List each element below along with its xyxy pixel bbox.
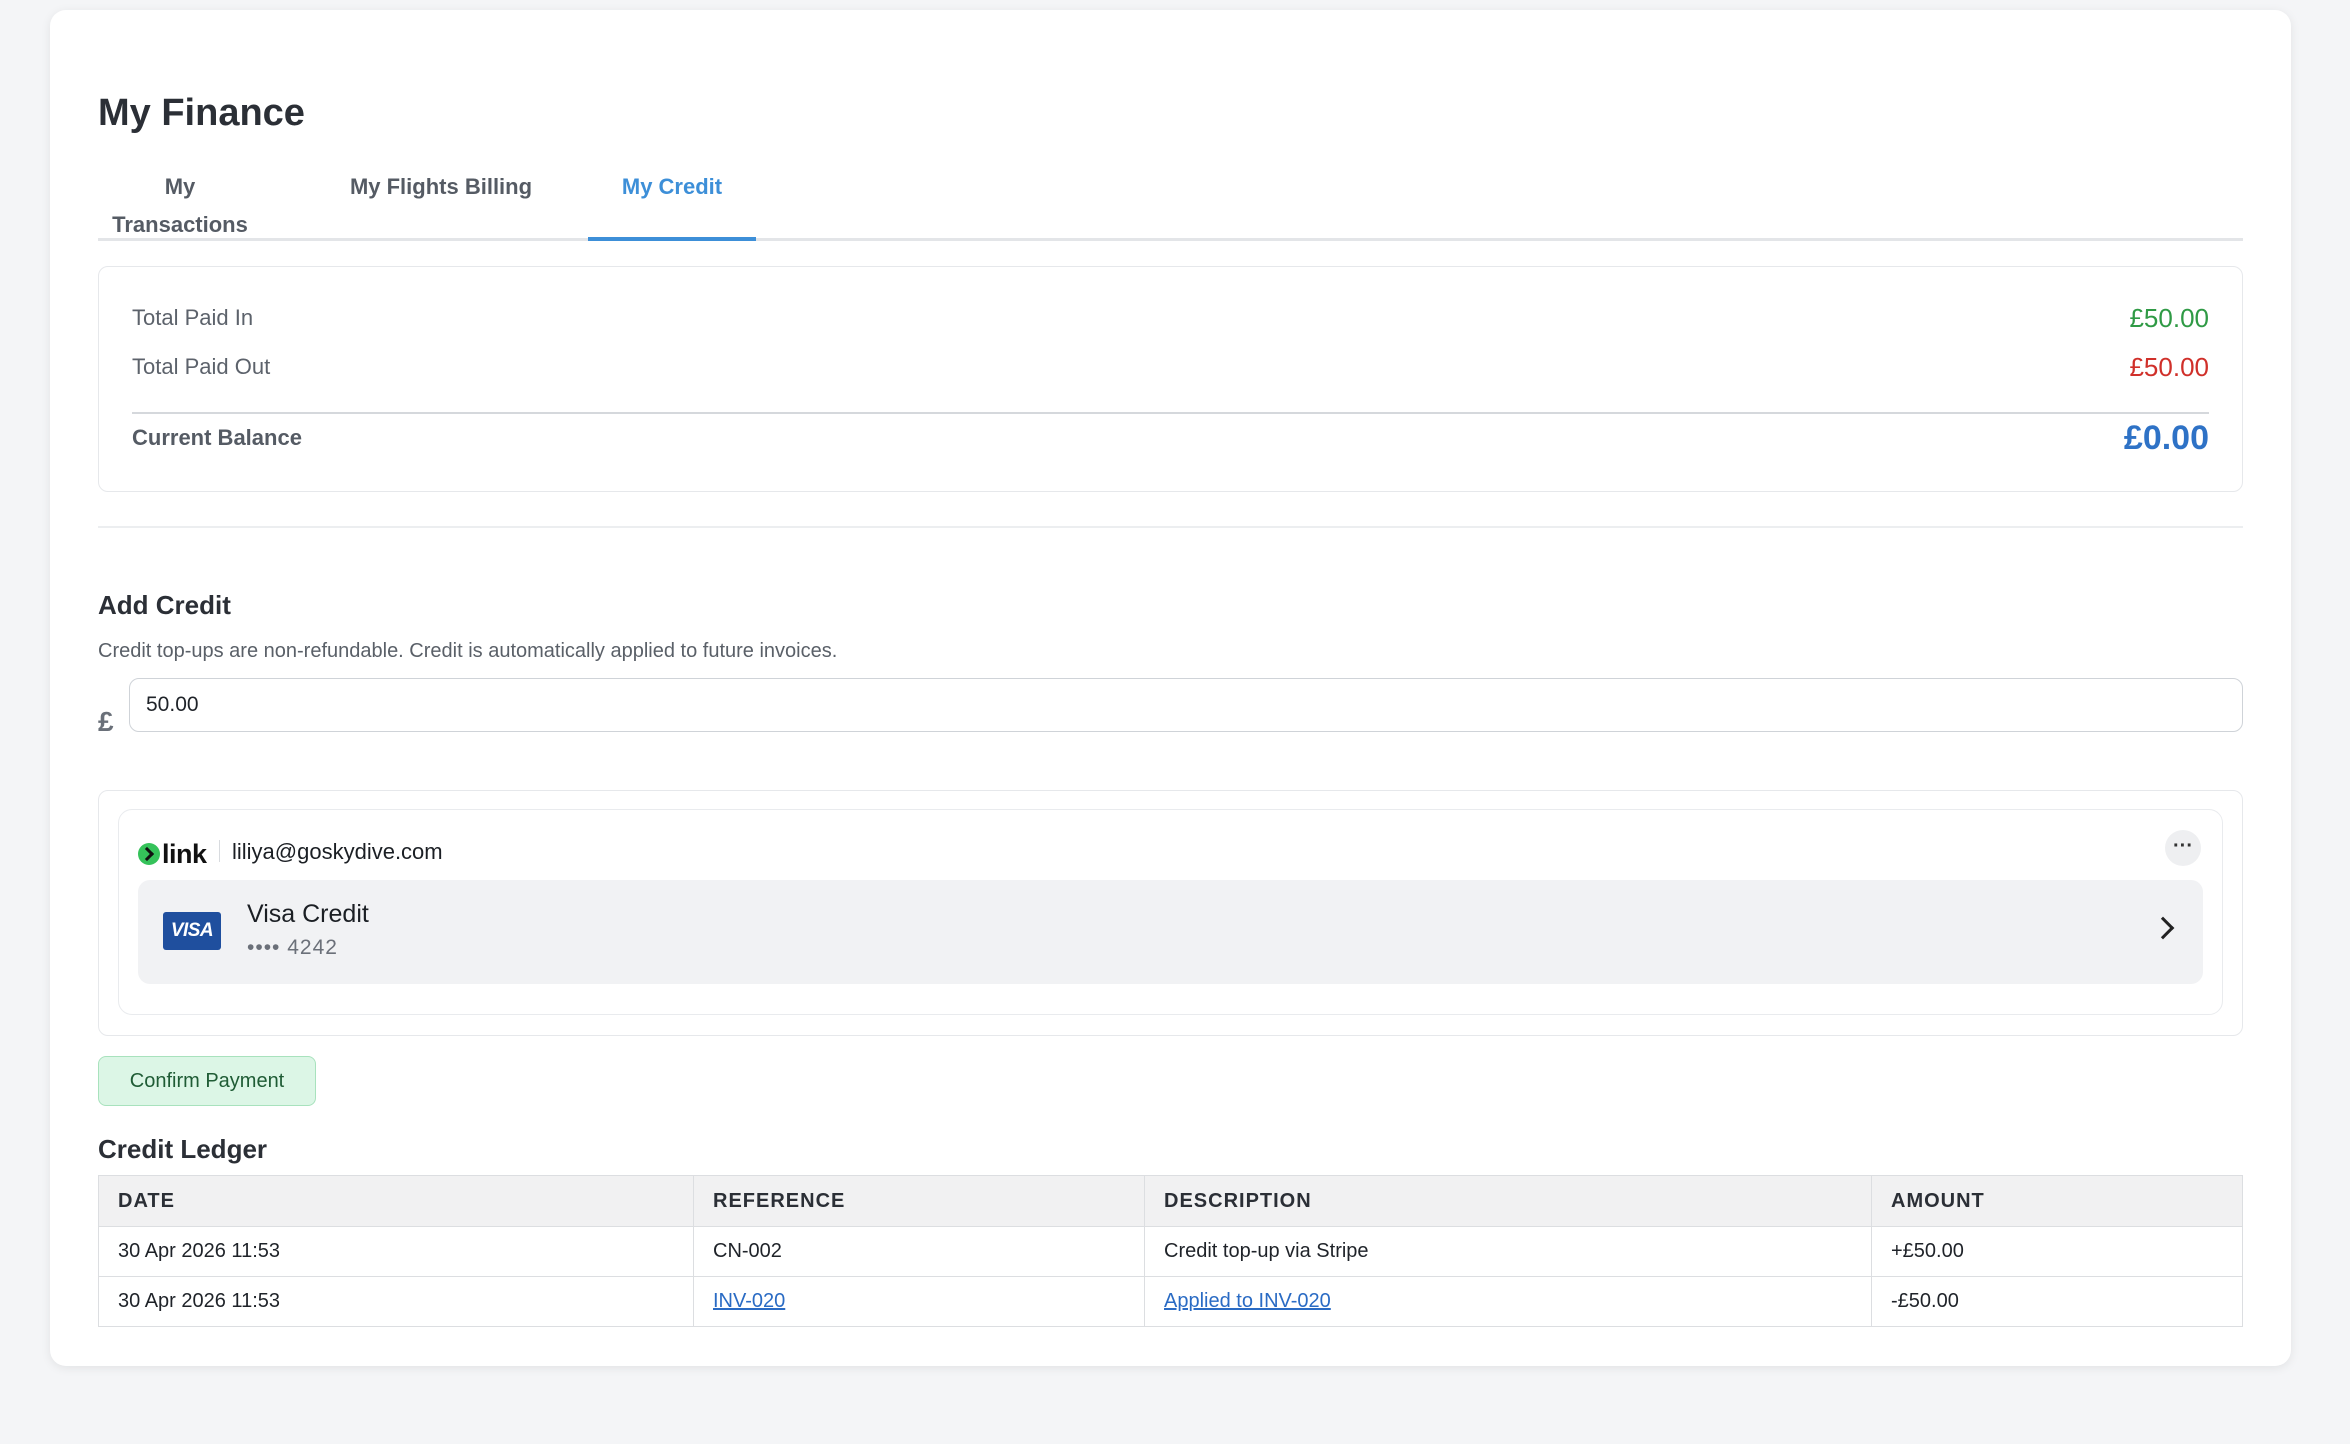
add-credit-title: Add Credit	[98, 590, 231, 620]
column-header-amount: AMOUNT	[1871, 1175, 2243, 1227]
ledger-amount: -£50.00	[1871, 1276, 2243, 1327]
tab-my-transactions[interactable]: My Transactions	[98, 168, 262, 238]
credit-summary-panel: Total Paid In £50.00 Total Paid Out £50.…	[98, 266, 2243, 492]
credit-amount-input[interactable]	[129, 678, 2243, 732]
current-balance-value: £0.00	[2123, 419, 2209, 457]
tab-my-credit[interactable]: My Credit	[588, 168, 756, 241]
ledger-date: 30 Apr 2026 11:53	[98, 1276, 694, 1327]
column-header-description: DESCRIPTION	[1144, 1175, 1872, 1227]
chevron-right-icon	[2151, 916, 2175, 940]
link-wordmark: link	[162, 838, 207, 869]
current-balance-label: Current Balance	[132, 425, 302, 450]
tab-bar: My Transactions My Flights Billing My Cr…	[98, 168, 2243, 241]
add-credit-description: Credit top-ups are non-refundable. Credi…	[98, 640, 838, 662]
saved-card-row[interactable]: VISA Visa Credit •••• 4242	[138, 880, 2203, 984]
card-name: Visa Credit	[247, 900, 369, 928]
link-separator	[219, 840, 220, 862]
column-header-reference: REFERENCE	[693, 1175, 1145, 1227]
link-payment-box: link liliya@goskydive.com ··· VISA Visa …	[118, 809, 2223, 1015]
applied-invoice-link[interactable]: Applied to INV-020	[1164, 1290, 1331, 1312]
card-number: •••• 4242	[247, 936, 338, 959]
column-header-date: DATE	[98, 1175, 694, 1227]
tab-my-flights-billing[interactable]: My Flights Billing	[344, 168, 538, 238]
credit-ledger-title: Credit Ledger	[98, 1134, 268, 1164]
total-paid-in-row: Total Paid In £50.00	[132, 303, 2209, 333]
invoice-reference-link[interactable]: INV-020	[713, 1290, 785, 1312]
total-paid-out-label: Total Paid Out	[132, 354, 271, 379]
table-row: 30 Apr 2026 11:53 CN-002 Credit top-up v…	[98, 1226, 2243, 1277]
total-paid-out-row: Total Paid Out £50.00	[132, 352, 2209, 382]
section-divider	[98, 526, 2243, 528]
table-row: 30 Apr 2026 11:53 INV-020 Applied to INV…	[98, 1276, 2243, 1327]
ledger-description-cell: Applied to INV-020	[1144, 1276, 1872, 1327]
payment-element: link liliya@goskydive.com ··· VISA Visa …	[98, 790, 2243, 1036]
currency-symbol: £	[98, 706, 114, 737]
link-email: liliya@goskydive.com	[232, 839, 443, 864]
finance-card: My Finance My Transactions My Flights Bi…	[50, 10, 2291, 1366]
ledger-reference: CN-002	[693, 1226, 1145, 1277]
ledger-description: Credit top-up via Stripe	[1144, 1226, 1872, 1277]
total-paid-in-value: £50.00	[2129, 303, 2209, 333]
link-arrow-icon	[138, 843, 160, 865]
page-title: My Finance	[98, 92, 305, 134]
summary-divider	[132, 412, 2209, 414]
table-header-row: DATE REFERENCE DESCRIPTION AMOUNT	[98, 1175, 2243, 1227]
visa-card-icon: VISA	[163, 912, 221, 950]
total-paid-out-value: £50.00	[2129, 352, 2209, 382]
current-balance-row: Current Balance £0.00	[132, 419, 2209, 457]
credit-ledger-table: DATE REFERENCE DESCRIPTION AMOUNT 30 Apr…	[98, 1175, 2243, 1327]
total-paid-in-label: Total Paid In	[132, 305, 254, 330]
link-logo: link	[138, 838, 207, 870]
more-options-button[interactable]: ···	[2165, 830, 2201, 866]
ledger-amount: +£50.00	[1871, 1226, 2243, 1277]
confirm-payment-button[interactable]: Confirm Payment	[98, 1056, 316, 1106]
ledger-reference-cell: INV-020	[693, 1276, 1145, 1327]
ledger-date: 30 Apr 2026 11:53	[98, 1226, 694, 1277]
